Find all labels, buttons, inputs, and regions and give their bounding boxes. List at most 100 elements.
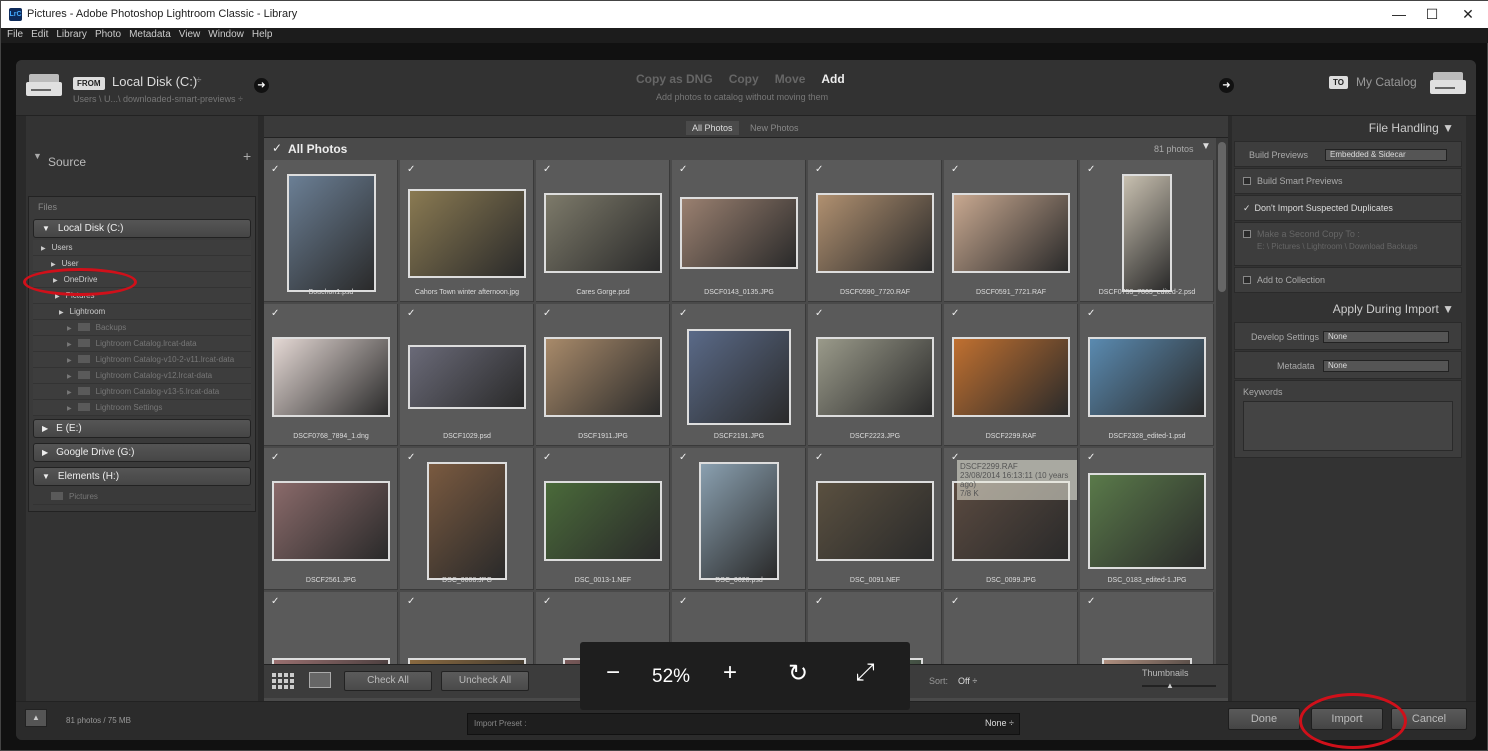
photo-checkbox[interactable]: ✓: [1087, 452, 1095, 463]
disclosure-triangle-icon[interactable]: ▶: [41, 246, 46, 252]
photo-thumbnail[interactable]: [427, 462, 507, 580]
tab-all-photos[interactable]: All Photos: [686, 121, 739, 135]
photo-checkbox[interactable]: ✓: [543, 596, 551, 607]
photo-thumbnail[interactable]: [286, 174, 376, 292]
minimize-button[interactable]: —: [1384, 3, 1414, 25]
photo-checkbox[interactable]: ✓: [951, 308, 959, 319]
grid-menu-icon[interactable]: ▼: [1201, 141, 1211, 152]
collapse-triangle-icon[interactable]: ▼: [33, 151, 42, 161]
photo-thumbnail[interactable]: [816, 193, 934, 273]
checkbox[interactable]: [1243, 230, 1251, 238]
menu-library[interactable]: Library: [56, 28, 87, 42]
photo-thumbnail[interactable]: [1088, 473, 1206, 569]
develop-settings-select[interactable]: None: [1323, 331, 1449, 343]
photo-thumbnail[interactable]: [816, 481, 934, 561]
source-path[interactable]: Users \ U...\ downloaded-smart-previews …: [73, 94, 243, 104]
import-preset-bar[interactable]: Import Preset : None ÷: [467, 713, 1020, 735]
volume-item[interactable]: ▶ E (E:): [33, 419, 251, 438]
metadata-select[interactable]: None: [1323, 360, 1449, 372]
photo-checkbox[interactable]: ✓: [815, 452, 823, 463]
photo-cell[interactable]: ✓: [1080, 592, 1214, 664]
photo-checkbox[interactable]: ✓: [407, 308, 415, 319]
photo-checkbox[interactable]: ✓: [271, 596, 279, 607]
menu-help[interactable]: Help: [252, 28, 273, 42]
photo-checkbox[interactable]: ✓: [951, 596, 959, 607]
photo-cell[interactable]: ✓ DSCF1911.JPG: [536, 304, 670, 446]
photo-cell[interactable]: ✓ DSCF2223.JPG: [808, 304, 942, 446]
photo-cell[interactable]: ✓: [944, 592, 1078, 664]
photo-cell[interactable]: ✓ DSCF0591_7721.RAF: [944, 160, 1078, 302]
sort-select[interactable]: Off ÷: [958, 676, 977, 686]
disclosure-triangle-icon[interactable]: ▶: [59, 310, 64, 316]
photo-thumbnail[interactable]: [408, 188, 526, 278]
photo-checkbox[interactable]: ✓: [1087, 308, 1095, 319]
grid-view-icon[interactable]: [272, 673, 294, 689]
photo-thumbnail[interactable]: [408, 345, 526, 409]
photo-thumbnail[interactable]: [272, 337, 390, 417]
photo-cell[interactable]: ✓ Cares Gorge.psd: [536, 160, 670, 302]
folder-item[interactable]: ▶ Lightroom: [33, 304, 251, 320]
photo-cell[interactable]: ✓ DSC_0008.JPG: [400, 448, 534, 590]
add-source-button[interactable]: +: [243, 148, 251, 164]
photo-checkbox[interactable]: ✓: [679, 596, 687, 607]
photo-thumbnail[interactable]: [952, 337, 1070, 417]
volume-item[interactable]: ▼ Local Disk (C:): [33, 219, 251, 238]
photo-thumbnail[interactable]: [272, 481, 390, 561]
volume-item[interactable]: ▼ Elements (H:): [33, 467, 251, 486]
folder-item[interactable]: Pictures: [33, 489, 251, 505]
folder-item[interactable]: ▶ Users: [33, 240, 251, 256]
photo-cell[interactable]: ✓ DSCF2561.JPG: [264, 448, 398, 590]
second-copy-row[interactable]: Make a Second Copy To : E: \ Pictures \ …: [1234, 222, 1462, 266]
disclosure-triangle-icon[interactable]: ▶: [67, 342, 72, 348]
photo-cell[interactable]: ✓: [400, 592, 534, 664]
photo-checkbox[interactable]: ✓: [679, 452, 687, 463]
photo-thumbnail[interactable]: [952, 193, 1070, 273]
photo-cell[interactable]: ✓ DSCF0768_7894_1.dng: [264, 304, 398, 446]
menu-edit[interactable]: Edit: [31, 28, 48, 42]
photo-thumbnail[interactable]: [544, 337, 662, 417]
photo-cell[interactable]: ✓ DSCF2191.JPG: [672, 304, 806, 446]
check-all-button[interactable]: Check All: [344, 671, 432, 691]
zoom-in-button[interactable]: +: [715, 659, 745, 687]
close-window-button[interactable]: ✕: [1453, 3, 1483, 25]
photo-checkbox[interactable]: ✓: [1087, 164, 1095, 175]
photo-checkbox[interactable]: ✓: [543, 308, 551, 319]
photo-cell[interactable]: ✓ DSC_0013-1.NEF: [536, 448, 670, 590]
photo-thumbnail[interactable]: [699, 462, 779, 580]
disclosure-triangle-icon[interactable]: ▶: [42, 424, 48, 433]
disclosure-triangle-icon[interactable]: ▶: [51, 262, 56, 268]
photo-checkbox[interactable]: ✓: [679, 308, 687, 319]
photo-cell[interactable]: ✓ DSCF2328_edited-1.psd: [1080, 304, 1214, 446]
photo-cell[interactable]: ✓: [264, 592, 398, 664]
destination-name[interactable]: My Catalog: [1356, 75, 1417, 89]
checkbox[interactable]: [1243, 276, 1251, 284]
photo-thumbnail[interactable]: [544, 193, 662, 273]
photo-cell[interactable]: ✓ Cahors Town winter afternoon.jpg: [400, 160, 534, 302]
disclosure-triangle-icon[interactable]: ▶: [67, 406, 72, 412]
source-selector[interactable]: Local Disk (C:): [112, 74, 197, 89]
mode-copy-as-dng[interactable]: Copy as DNG: [636, 72, 713, 86]
disclosure-triangle-icon[interactable]: ▶: [67, 358, 72, 364]
apply-during-import-header[interactable]: Apply During Import ▼: [1333, 302, 1454, 316]
photo-cell[interactable]: ✓ DSC_0183_edited-1.JPG: [1080, 448, 1214, 590]
photo-cell[interactable]: ✓ Bouchon1.psd: [264, 160, 398, 302]
disclosure-triangle-icon[interactable]: ▼: [42, 472, 50, 481]
loupe-view-icon[interactable]: [309, 672, 331, 688]
photo-checkbox[interactable]: ✓: [407, 596, 415, 607]
menu-window[interactable]: Window: [208, 28, 244, 42]
zoom-out-button[interactable]: −: [598, 659, 628, 687]
folder-item[interactable]: ▶ Lightroom Catalog-v13-5.lrcat-data: [33, 384, 251, 400]
import-preset-select[interactable]: None ÷: [985, 718, 1014, 728]
photo-cell[interactable]: ✓ DSCF0753_7863_edited-2.psd: [1080, 160, 1214, 302]
keywords-input[interactable]: [1243, 401, 1453, 451]
disclosure-triangle-icon[interactable]: ▶: [42, 448, 48, 457]
folder-item[interactable]: ▶ Lightroom Catalog-v12.lrcat-data: [33, 368, 251, 384]
photo-thumbnail[interactable]: [680, 197, 798, 269]
scroll-thumb[interactable]: [1218, 142, 1226, 292]
photo-checkbox[interactable]: ✓: [407, 164, 415, 175]
build-smart-previews-row[interactable]: Build Smart Previews: [1234, 168, 1462, 194]
photo-thumbnail[interactable]: [544, 481, 662, 561]
photo-checkbox[interactable]: ✓: [951, 164, 959, 175]
disclosure-triangle-icon[interactable]: ▶: [67, 374, 72, 380]
photo-checkbox[interactable]: ✓: [1087, 596, 1095, 607]
